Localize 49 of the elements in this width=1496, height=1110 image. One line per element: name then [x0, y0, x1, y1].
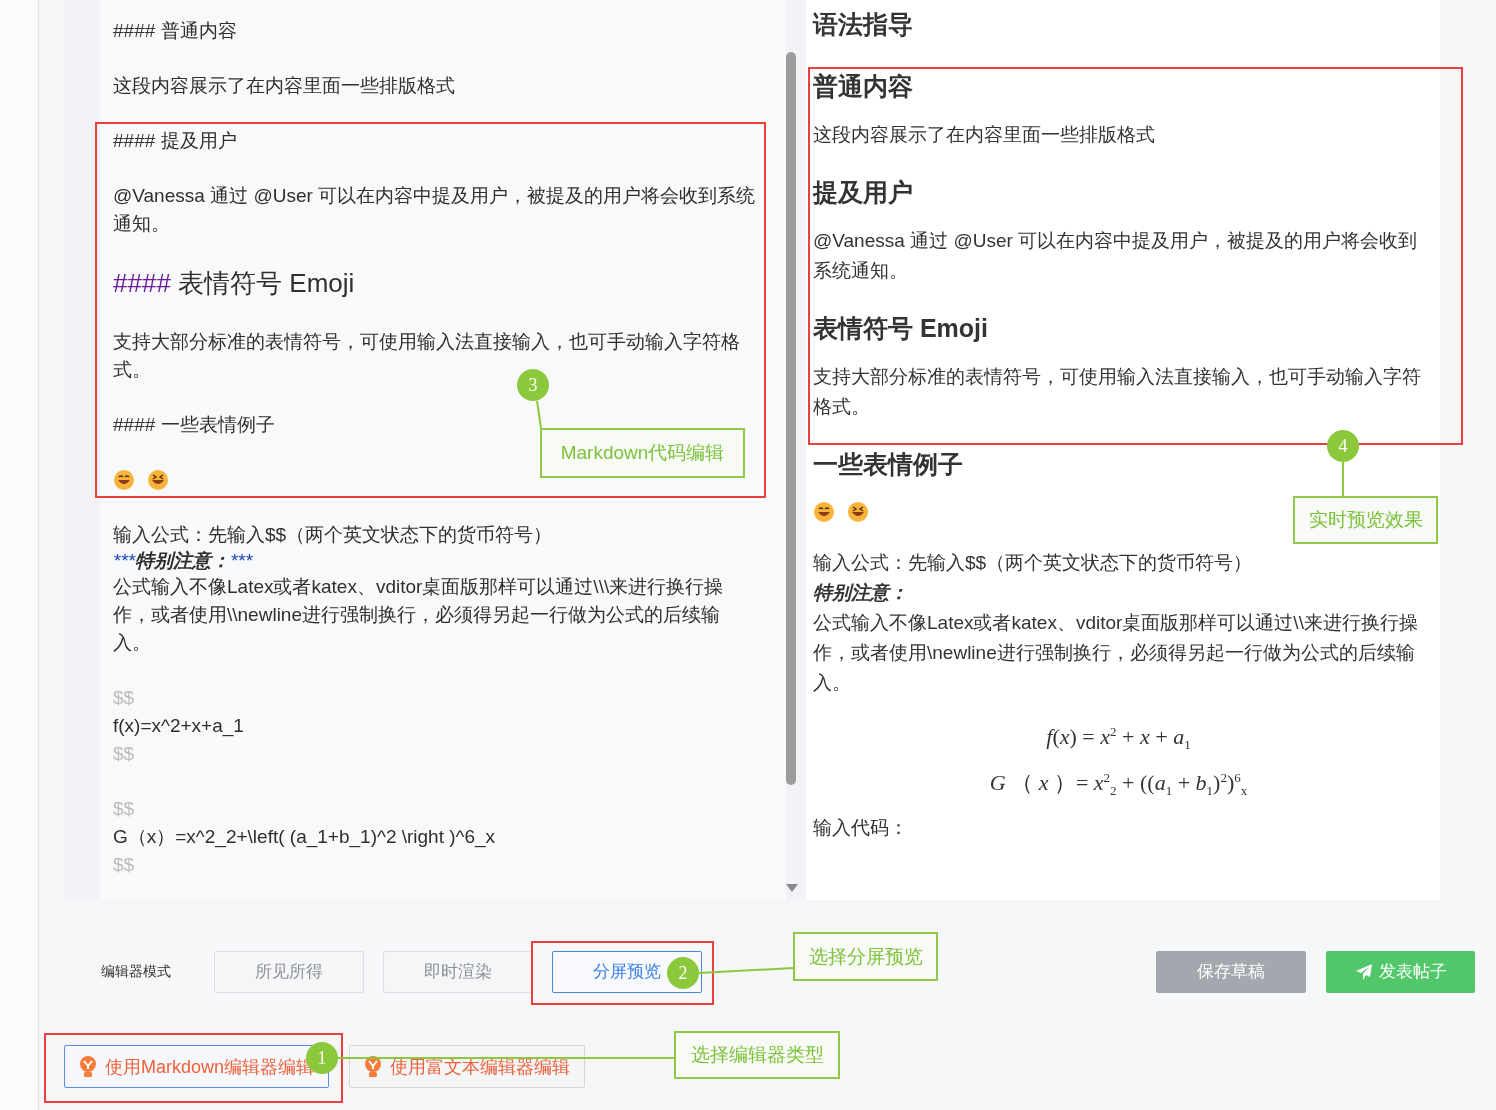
preview-heading: 表情符号 Emoji	[813, 313, 988, 344]
preview-heading: 提及用户	[813, 177, 913, 208]
callout-label: 选择编辑器类型	[674, 1031, 840, 1079]
preview-paragraph: 支持大部分标准的表情符号，可使用输入法直接输入，也可手动输入字符格式。	[813, 365, 1422, 419]
math-delimiter: $$	[113, 797, 135, 821]
scroll-down-icon[interactable]	[786, 884, 798, 893]
grinning-emoji-icon	[113, 469, 135, 491]
markdown-emphasis-line: ***特别注意：***	[113, 549, 253, 573]
preview-emphasis: 特别注意：	[813, 581, 909, 605]
preview-paragraph: 这段内容展示了在内容里面一些排版格式	[813, 123, 1156, 147]
preview-title: 语法指导	[813, 9, 914, 40]
lightbulb-icon	[79, 1055, 97, 1078]
laughing-emoji-icon	[847, 501, 869, 523]
markdown-heading-line: #### 表情符号 Emoji	[113, 267, 355, 300]
markdown-text-line: f(x)=x^2+x+a_1	[113, 714, 244, 739]
math-delimiter: $$	[113, 742, 135, 766]
editor-mode-button[interactable]: 所见所得	[214, 950, 364, 993]
preview-paragraph: @Vanessa 通过 @User 可以在内容中提及用户，被提及的用户将会收到系统通知。	[813, 229, 1419, 283]
markdown-text-line: 这段内容展示了在内容里面一些排版格式	[113, 74, 455, 98]
preview-paragraph: 输入代码：	[813, 816, 909, 841]
scrollbar-thumb[interactable]	[786, 52, 796, 785]
preview-paragraph: 输入公式：先输入$$（两个英文状态下的货币符号）	[813, 551, 1254, 575]
callout-label: Markdown代码编辑	[540, 428, 745, 478]
editor-type-button[interactable]: 使用富文本编辑器编辑	[349, 1045, 586, 1088]
markdown-heading-line: #### 提及用户	[113, 129, 237, 153]
math-delimiter: $$	[113, 853, 135, 877]
math-formula: f(x) = x$^{2}$ + x + a$_{1}$	[1046, 724, 1191, 750]
markdown-heading-line: #### 一些表情例子	[113, 413, 275, 437]
publish-button[interactable]: 发表帖子	[1326, 950, 1475, 993]
leader-line	[536, 400, 542, 429]
preview-paragraph: 公式输入不像Latex或者katex、vditor桌面版那样可以通过\\来进行换行操作，或者使用\newline进行强制换行，必须得另起一行做为公式的后续输入。	[813, 611, 1419, 695]
markdown-heading-line: #### 普通内容	[113, 19, 237, 43]
callout-label: 实时预览效果	[1293, 496, 1438, 544]
math-delimiter: $$	[113, 686, 135, 710]
markdown-text-line: G（x）=x^2_2+\left( (a_1+b_1)^2 \right )^6_x	[113, 825, 496, 850]
preview-heading: 一些表情例子	[813, 449, 963, 480]
leader-line	[1342, 461, 1344, 497]
save-draft-button[interactable]: 保存草稿	[1156, 950, 1306, 993]
lightbulb-icon	[364, 1055, 383, 1078]
send-icon	[1354, 962, 1373, 981]
markdown-text-line: 公式输入不像Latex或者katex、vditor桌面版那样可以通过\\\来进行换行操作，或者使用\\newline进行强制换行，必须得另起一行做为公式的后续输入。	[113, 575, 725, 655]
markdown-text-line: 输入公式：先输入$$（两个英文状态下的货币符号）	[113, 523, 553, 547]
laughing-emoji-icon	[147, 469, 169, 491]
callout-label: 选择分屏预览	[793, 932, 938, 981]
editor-mode-label: 编辑器模式	[101, 962, 172, 981]
grinning-emoji-icon	[813, 501, 835, 523]
preview-heading: 普通内容	[813, 71, 913, 102]
editor-mode-button[interactable]: 即时渲染	[383, 950, 533, 993]
markdown-text-line: @Vanessa 通过 @User 可以在内容中提及用户，被提及的用户将会收到系统通知。	[113, 184, 756, 236]
